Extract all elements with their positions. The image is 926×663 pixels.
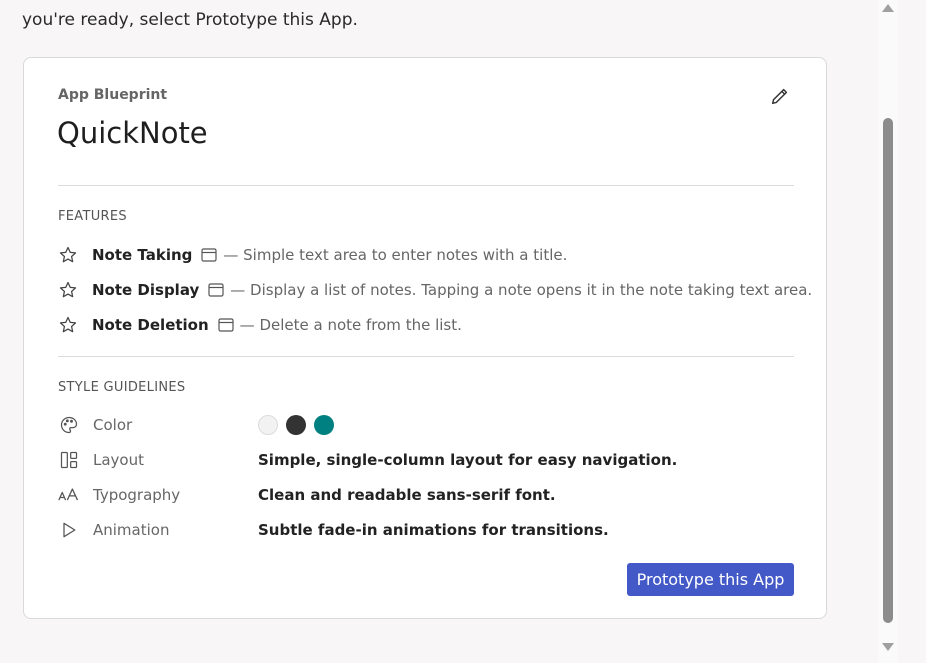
features-heading: FEATURES xyxy=(58,209,127,224)
window-icon xyxy=(208,283,224,297)
feature-name: Note Taking xyxy=(92,246,193,264)
feature-item: Note Taking — Simple text area to enter … xyxy=(58,244,567,266)
scroll-thumb[interactable] xyxy=(883,118,893,623)
window-icon xyxy=(218,318,234,332)
card-eyebrow: App Blueprint xyxy=(58,87,168,103)
vertical-scrollbar[interactable] xyxy=(878,0,898,663)
color-swatch xyxy=(258,415,278,435)
feature-item: Note Display — Display a list of notes. … xyxy=(58,279,812,301)
feature-description: — Simple text area to enter notes with a… xyxy=(223,246,568,264)
intro-text: you're ready, select Prototype this App. xyxy=(22,10,358,30)
star-icon xyxy=(59,281,77,298)
scroll-up-arrow-icon[interactable] xyxy=(882,4,894,12)
prototype-app-button[interactable]: Prototype this App xyxy=(627,563,794,596)
style-label: Typography xyxy=(93,486,181,504)
feature-description: — Delete a note from the list. xyxy=(239,316,462,334)
star-icon xyxy=(59,316,77,333)
divider xyxy=(58,185,794,186)
feature-name: Note Deletion xyxy=(92,316,209,334)
feature-name: Note Display xyxy=(92,281,200,299)
style-label: Layout xyxy=(93,451,144,469)
color-swatch xyxy=(286,415,306,435)
feature-item: Note Deletion — Delete a note from the l… xyxy=(58,314,462,336)
divider xyxy=(58,356,794,357)
feature-description: — Display a list of notes. Tapping a not… xyxy=(230,281,813,299)
style-value: Subtle fade-in animations for transition… xyxy=(258,521,609,539)
style-guidelines-heading: STYLE GUIDELINES xyxy=(58,380,186,395)
style-label: Color xyxy=(93,416,133,434)
style-value: Simple, single-column layout for easy na… xyxy=(258,451,678,469)
color-swatches xyxy=(258,415,334,435)
play-icon xyxy=(58,519,80,541)
app-blueprint-card: App Blueprint QuickNote FEATURES Note Ta… xyxy=(23,57,827,619)
scroll-down-arrow-icon[interactable] xyxy=(882,643,894,651)
palette-icon xyxy=(58,414,80,436)
pencil-icon[interactable] xyxy=(769,85,791,107)
style-row-typography: Typography Clean and readable sans-serif… xyxy=(58,483,798,507)
typography-icon xyxy=(58,484,80,506)
star-icon xyxy=(59,246,77,263)
app-title: QuickNote xyxy=(57,116,208,150)
layout-icon xyxy=(58,449,80,471)
style-row-color: Color xyxy=(58,413,798,437)
color-swatch xyxy=(314,415,334,435)
style-row-layout: Layout Simple, single-column layout for … xyxy=(58,448,798,472)
style-row-animation: Animation Subtle fade-in animations for … xyxy=(58,518,798,542)
style-label: Animation xyxy=(93,521,170,539)
window-icon xyxy=(201,248,217,262)
style-value: Clean and readable sans-serif font. xyxy=(258,486,556,504)
